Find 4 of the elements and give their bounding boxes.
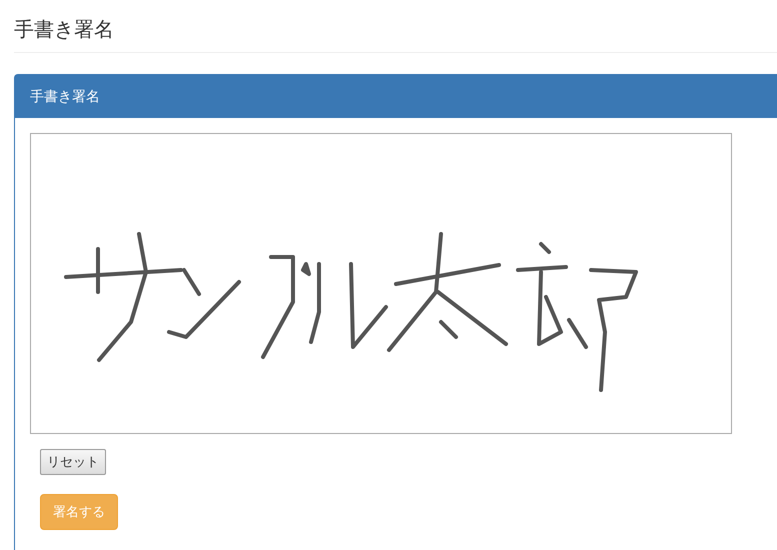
- panel-title: 手書き署名: [15, 75, 777, 118]
- reset-button[interactable]: リセット: [40, 449, 106, 475]
- signature-pad[interactable]: [30, 133, 732, 434]
- page-title: 手書き署名: [14, 0, 777, 53]
